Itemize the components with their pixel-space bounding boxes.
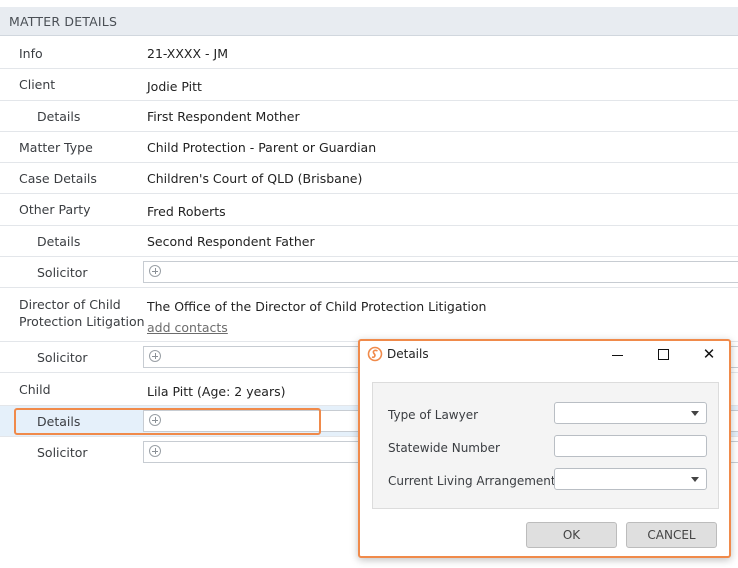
ok-button[interactable]: OK xyxy=(526,522,617,548)
plus-circle-icon[interactable] xyxy=(149,350,161,362)
chevron-down-icon[interactable] xyxy=(691,477,699,482)
type-of-lawyer-select[interactable] xyxy=(554,402,707,424)
row-other-party-details: Details Second Respondent Father xyxy=(0,226,738,257)
minimize-button[interactable] xyxy=(606,344,630,364)
focus-highlight xyxy=(14,408,321,435)
row-client: Client Jodie Pitt xyxy=(0,69,738,101)
type-of-lawyer-label: Type of Lawyer xyxy=(388,408,479,422)
matter-type-label: Matter Type xyxy=(19,140,93,155)
director-value: The Office of the Director of Child Prot… xyxy=(147,299,487,314)
info-label: Info xyxy=(19,46,43,61)
maximize-button[interactable] xyxy=(651,344,675,364)
row-other-party: Other Party Fred Roberts xyxy=(0,194,738,226)
row-case-details: Case Details Children's Court of QLD (Br… xyxy=(0,163,738,194)
child-solicitor-label: Solicitor xyxy=(37,445,88,460)
dialog-form: Type of Lawyer Statewide Number Current … xyxy=(372,382,719,509)
row-client-details: Details First Respondent Mother xyxy=(0,101,738,132)
row-matter-type: Matter Type Child Protection - Parent or… xyxy=(0,132,738,163)
director-solicitor-label: Solicitor xyxy=(37,350,88,365)
plus-circle-icon[interactable] xyxy=(149,265,161,277)
child-value: Lila Pitt (Age: 2 years) xyxy=(147,384,286,399)
other-party-solicitor-field[interactable] xyxy=(143,261,738,283)
add-contacts-link[interactable]: add contacts xyxy=(147,320,228,335)
client-label: Client xyxy=(19,77,56,92)
section-header: MATTER DETAILS xyxy=(0,7,738,36)
cancel-button[interactable]: CANCEL xyxy=(626,522,717,548)
chevron-down-icon[interactable] xyxy=(691,411,699,416)
other-party-solicitor-label: Solicitor xyxy=(37,265,88,280)
statewide-number-label: Statewide Number xyxy=(388,441,500,455)
row-info: Info 21-XXXX - JM xyxy=(0,37,738,69)
other-party-value: Fred Roberts xyxy=(147,204,226,219)
living-arrangements-select[interactable] xyxy=(554,468,707,490)
director-label-line2: Protection Litigation xyxy=(19,314,145,329)
statewide-number-input[interactable] xyxy=(554,435,707,457)
details-dialog: Details ✕ Type of Lawyer Statewide Numbe… xyxy=(358,339,731,558)
row-other-party-solicitor: Solicitor xyxy=(0,257,738,288)
matter-type-value: Child Protection - Parent or Guardian xyxy=(147,140,377,155)
client-value: Jodie Pitt xyxy=(147,79,202,94)
client-details-label: Details xyxy=(37,109,81,124)
case-details-value: Children's Court of QLD (Brisbane) xyxy=(147,171,363,186)
row-director: Director of Child Protection Litigation … xyxy=(0,288,738,342)
dialog-title: Details xyxy=(387,347,429,361)
other-party-details-label: Details xyxy=(37,234,81,249)
other-party-details-value: Second Respondent Father xyxy=(147,234,315,249)
info-value: 21-XXXX - JM xyxy=(147,46,228,61)
app-logo-icon xyxy=(367,346,383,362)
case-details-label: Case Details xyxy=(19,171,97,186)
living-arrangements-label: Current Living Arrangements xyxy=(388,474,562,488)
close-button[interactable]: ✕ xyxy=(697,344,721,364)
child-label: Child xyxy=(19,382,51,397)
client-details-value: First Respondent Mother xyxy=(147,109,300,124)
plus-circle-icon[interactable] xyxy=(149,445,161,457)
other-party-label: Other Party xyxy=(19,202,91,217)
director-label-line1: Director of Child xyxy=(19,297,121,312)
